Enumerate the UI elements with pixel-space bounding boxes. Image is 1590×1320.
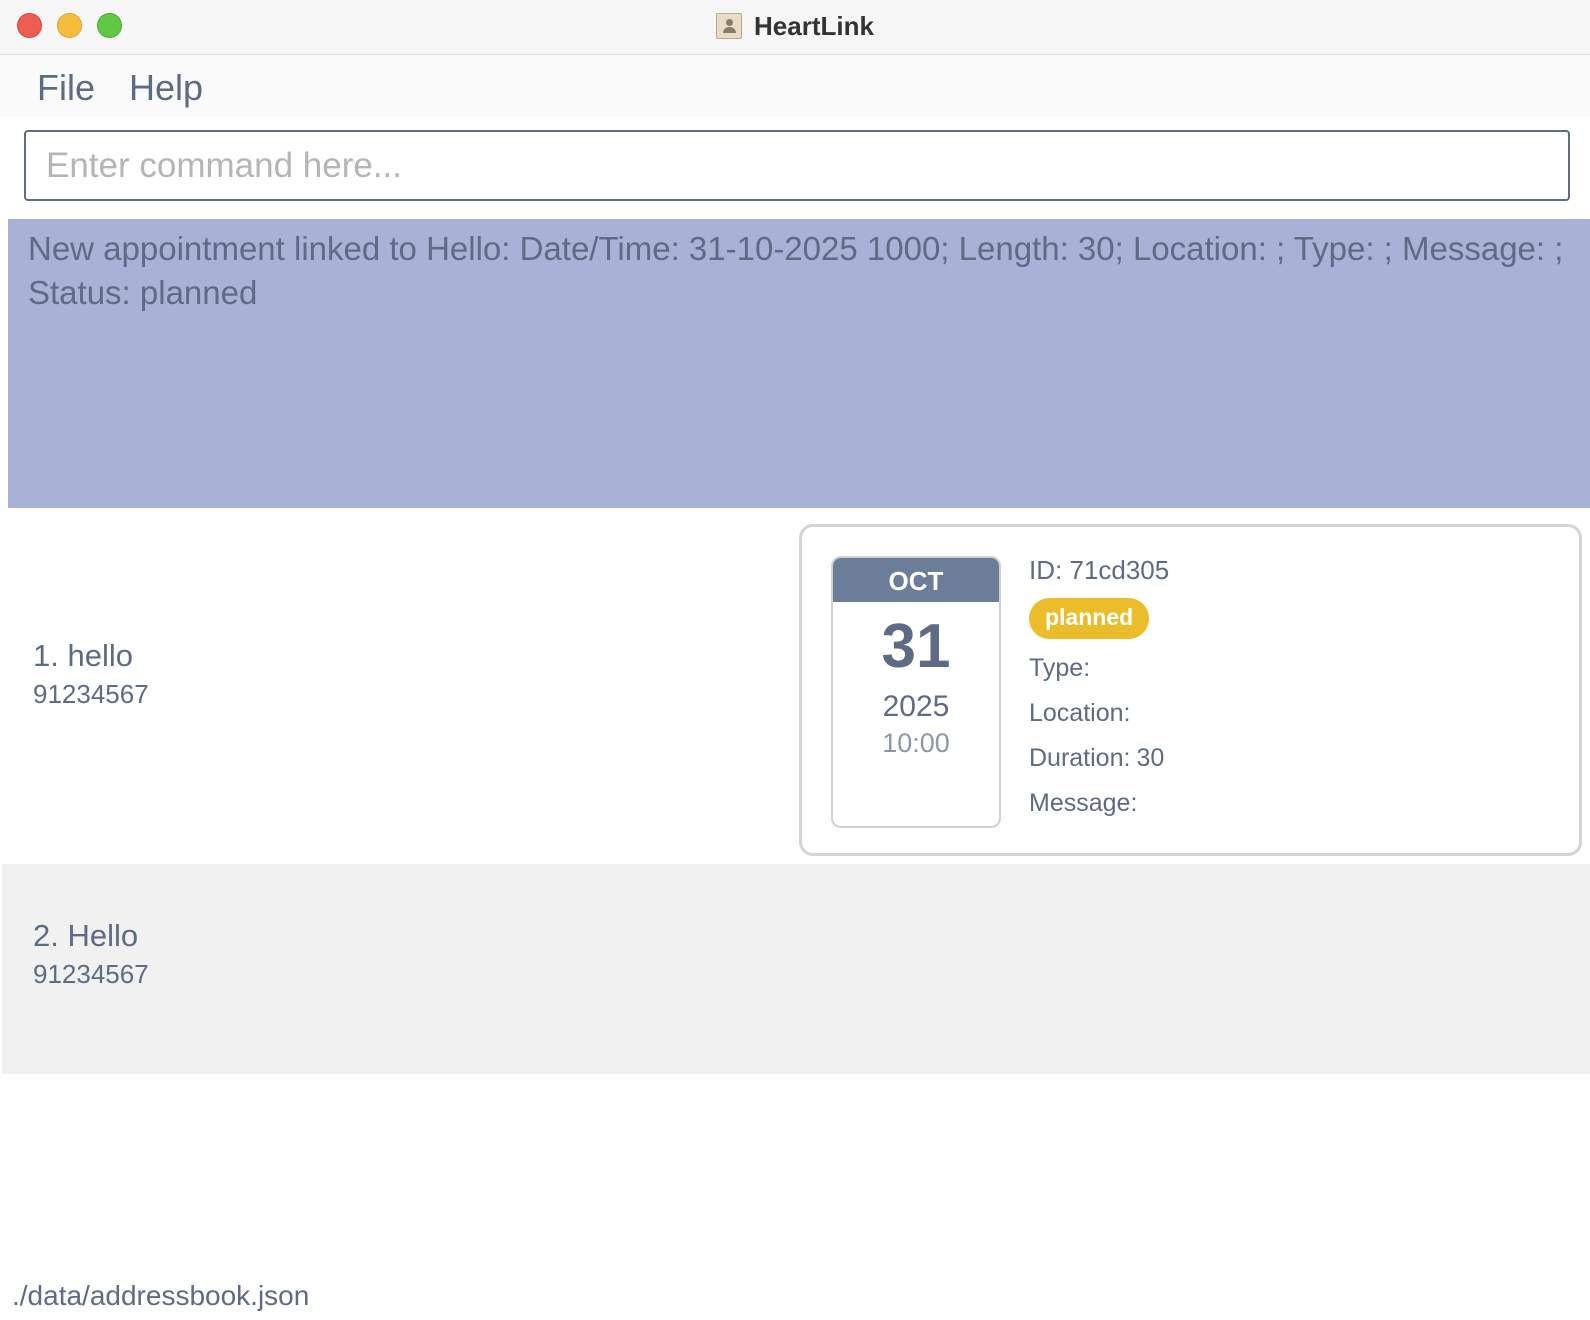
person-name: 2. Hello <box>33 918 139 953</box>
person-phone: 91234567 <box>33 679 149 709</box>
menu-bar: File Help <box>0 55 1590 117</box>
person-phone: 91234567 <box>33 959 149 989</box>
calendar-year: 2025 <box>882 690 950 723</box>
appointment-id: ID: 71cd305 <box>1029 555 1170 585</box>
result-display: New appointment linked to Hello: Date/Ti… <box>8 219 1590 508</box>
appointment-card[interactable]: OCT 31 2025 10:00 ID: 71cd305 planned Ty… <box>799 524 1582 856</box>
calendar-month: OCT <box>833 558 999 602</box>
status-badge: planned <box>1029 598 1150 639</box>
app-window: HeartLink File Help New appointment link… <box>0 0 1590 1320</box>
window-title: HeartLink <box>754 10 874 41</box>
duration-value: 30 <box>1136 744 1165 772</box>
duration-label: Duration: <box>1029 744 1131 772</box>
appointment-type: Type: <box>1029 653 1169 684</box>
appointment-location: Location: <box>1029 698 1169 729</box>
person-list-item[interactable]: 2. Hello 91234567 <box>2 864 1590 1074</box>
person-name: 1. hello <box>33 638 133 673</box>
calendar-day: 31 <box>881 612 951 681</box>
status-bar-file-path: ./data/addressbook.json <box>12 1280 310 1311</box>
type-label: Type: <box>1029 654 1091 682</box>
location-label: Location: <box>1029 699 1131 727</box>
app-contact-icon <box>716 13 743 39</box>
title-bar[interactable]: HeartLink <box>0 0 1590 55</box>
appointment-details: ID: 71cd305 planned Type: Location: Dura… <box>1029 555 1169 819</box>
menu-help[interactable]: Help <box>129 67 203 109</box>
command-input[interactable] <box>24 130 1570 201</box>
menu-file[interactable]: File <box>37 67 95 109</box>
calendar-time: 10:00 <box>882 728 950 758</box>
calendar-date-icon: OCT 31 2025 10:00 <box>831 556 1001 828</box>
message-label: Message: <box>1029 789 1138 817</box>
window-title-group: HeartLink <box>0 9 1590 43</box>
appointment-duration: Duration: 30 <box>1029 743 1169 774</box>
appointment-message: Message: <box>1029 788 1169 819</box>
